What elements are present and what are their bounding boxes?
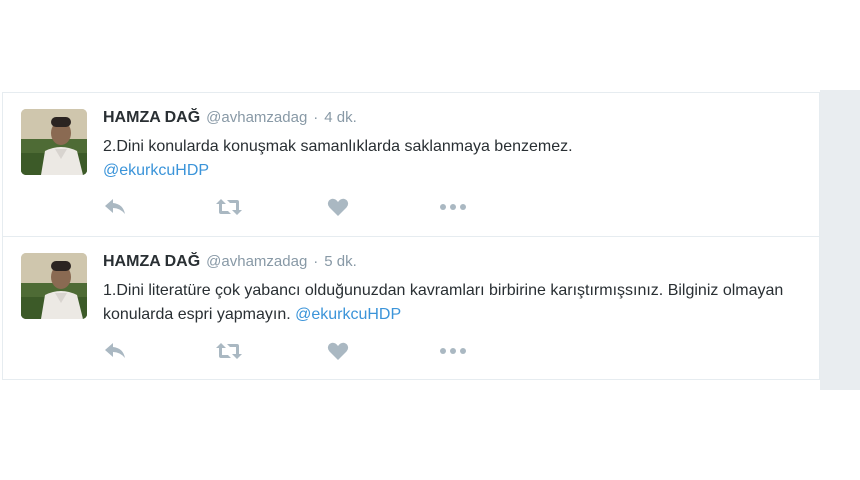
tweet-fullname[interactable]: HAMZA DAĞ	[103, 107, 200, 129]
tweet-content: HAMZA DAĞ @avhamzadag · 4 dk. 2.Dini kon…	[103, 107, 803, 183]
more-button[interactable]	[439, 195, 551, 219]
reply-button[interactable]	[103, 195, 215, 219]
avatar[interactable]	[21, 109, 87, 175]
tweet-fullname[interactable]: HAMZA DAĞ	[103, 251, 200, 273]
heart-icon	[327, 342, 349, 360]
page: HAMZA DAĞ @avhamzadag · 4 dk. 2.Dini kon…	[0, 0, 860, 480]
retweet-icon	[216, 199, 242, 215]
tweet-username[interactable]: @avhamzadag	[206, 107, 307, 129]
tweet[interactable]: HAMZA DAĞ @avhamzadag · 4 dk. 2.Dini kon…	[3, 92, 819, 236]
more-icon	[440, 204, 466, 210]
tweet[interactable]: HAMZA DAĞ @avhamzadag · 5 dk. 1.Dini lit…	[3, 236, 819, 380]
tweet-separator: ·	[313, 253, 319, 270]
tweet-header: HAMZA DAĞ @avhamzadag · 5 dk.	[103, 251, 803, 273]
reply-icon	[105, 199, 125, 214]
tweet-mention-link[interactable]: @ekurkcuHDP	[103, 162, 209, 179]
tweet-text: 2.Dini konularda konuşmak samanlıklarda …	[103, 135, 803, 183]
like-button[interactable]	[327, 195, 439, 219]
heart-icon	[327, 198, 349, 216]
avatar[interactable]	[21, 253, 87, 319]
retweet-button[interactable]	[215, 195, 327, 219]
retweet-icon	[216, 343, 242, 359]
tweet-timestamp[interactable]: 5 dk.	[324, 251, 357, 273]
tweet-separator: ·	[313, 109, 319, 126]
tweet-actions	[103, 339, 551, 363]
tweet-header: HAMZA DAĞ @avhamzadag · 4 dk.	[103, 107, 803, 129]
tweet-username[interactable]: @avhamzadag	[206, 251, 307, 273]
like-button[interactable]	[327, 339, 439, 363]
reply-icon	[105, 343, 125, 358]
tweet-actions	[103, 195, 551, 219]
more-button[interactable]	[439, 339, 551, 363]
tweet-text-body: 1.Dini literatüre çok yabancı olduğunuzd…	[103, 282, 784, 323]
tweet-text-body: 2.Dini konularda konuşmak samanlıklarda …	[103, 138, 573, 155]
tweet-timestamp[interactable]: 4 dk.	[324, 107, 357, 129]
tweet-content: HAMZA DAĞ @avhamzadag · 5 dk. 1.Dini lit…	[103, 251, 803, 327]
tweet-timeline: HAMZA DAĞ @avhamzadag · 4 dk. 2.Dini kon…	[2, 92, 820, 380]
tweet-text: 1.Dini literatüre çok yabancı olduğunuzd…	[103, 279, 803, 327]
reply-button[interactable]	[103, 339, 215, 363]
retweet-button[interactable]	[215, 339, 327, 363]
sidebar-edge	[820, 90, 860, 390]
tweet-mention-link[interactable]: @ekurkcuHDP	[295, 306, 401, 323]
more-icon	[440, 348, 466, 354]
